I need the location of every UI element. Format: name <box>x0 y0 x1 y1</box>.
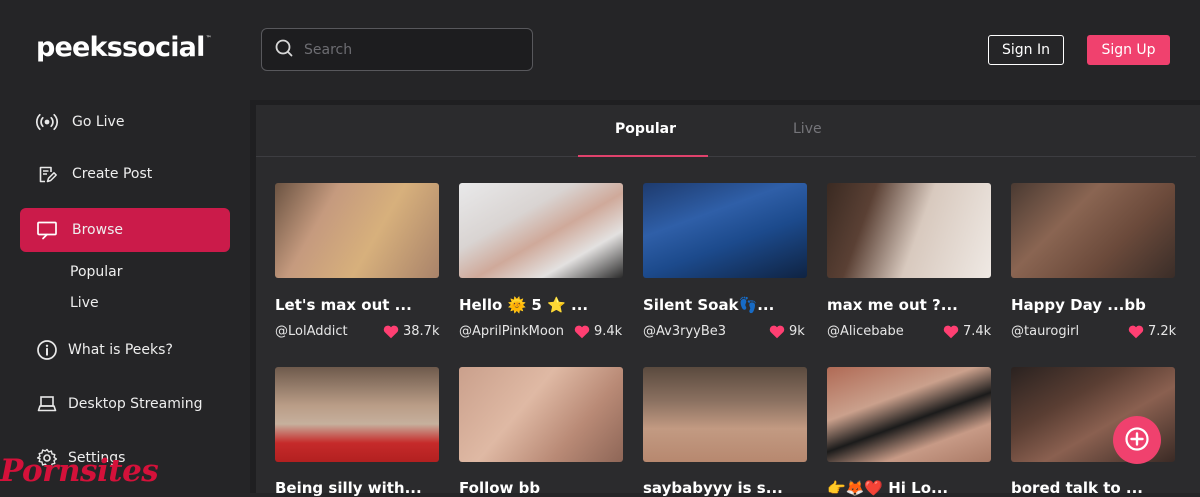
card-username[interactable]: @LolAddict <box>275 324 348 339</box>
card-thumbnail[interactable] <box>827 367 991 462</box>
card-title[interactable]: max me out ?... <box>827 296 958 314</box>
card-username[interactable]: @Alicebabe <box>827 324 904 339</box>
card-thumbnail[interactable] <box>643 367 807 462</box>
watermark-logo: Pornsites <box>0 453 159 489</box>
card-thumbnail[interactable] <box>275 367 439 462</box>
nav-what-is-peeks[interactable]: What is Peeks? <box>36 339 173 361</box>
like-count: 9.4k <box>594 324 623 339</box>
nav-label: Create Post <box>72 166 153 182</box>
nav-desktop-streaming[interactable]: Desktop Streaming <box>36 393 203 415</box>
monitor-icon <box>36 219 58 241</box>
heart-icon <box>769 325 785 338</box>
card-title[interactable]: Let's max out ... <box>275 296 412 314</box>
card-thumbnail[interactable] <box>643 183 807 278</box>
like-count: 9k <box>789 324 805 339</box>
nav-label: What is Peeks? <box>68 342 173 358</box>
tab-divider <box>256 156 1196 157</box>
search-box[interactable] <box>261 28 533 71</box>
search-icon <box>274 38 294 62</box>
like-count: 38.7k <box>403 324 440 339</box>
brand-name: peekssocial <box>36 32 205 63</box>
card-title[interactable]: Hello 🌞 5 ⭐ ... <box>459 296 588 314</box>
nav-label: Go Live <box>72 114 125 130</box>
sign-in-button[interactable]: Sign In <box>988 35 1064 65</box>
plus-icon <box>1124 426 1150 455</box>
card-title[interactable]: Silent Soak👣... <box>643 296 774 314</box>
heart-icon <box>943 325 959 338</box>
heart-icon <box>574 325 590 338</box>
card-username[interactable]: @taurogirl <box>1011 324 1079 339</box>
card-likes: 7.2k <box>1128 324 1176 339</box>
tab-live[interactable]: Live <box>793 121 822 137</box>
card-likes: 9.4k <box>574 324 622 339</box>
sidebar <box>0 100 250 493</box>
card-thumbnail[interactable] <box>459 367 623 462</box>
heart-icon <box>383 325 399 338</box>
card-username[interactable]: @Av3ryyBe3 <box>643 324 726 339</box>
like-count: 7.2k <box>1148 324 1177 339</box>
info-icon <box>36 339 58 361</box>
card-thumbnail[interactable] <box>827 183 991 278</box>
card-thumbnail[interactable] <box>459 183 623 278</box>
card-title[interactable]: Happy Day ...bb <box>1011 296 1146 314</box>
card-title[interactable]: saybabyyy is s... <box>643 479 783 497</box>
card-thumbnail[interactable] <box>275 183 439 278</box>
brand-logo[interactable]: peekssocial™ <box>36 32 212 63</box>
nav-label: Desktop Streaming <box>68 396 203 412</box>
sign-up-button[interactable]: Sign Up <box>1087 35 1170 65</box>
card-likes: 7.4k <box>943 324 991 339</box>
active-tab-indicator <box>578 155 708 157</box>
nav-label: Browse <box>72 222 123 238</box>
sub-nav-live[interactable]: Live <box>70 295 99 311</box>
trademark-mark: ™ <box>205 35 212 42</box>
broadcast-icon <box>36 111 58 133</box>
search-input[interactable] <box>302 40 516 59</box>
card-title[interactable]: Being silly with... <box>275 479 422 497</box>
edit-post-icon <box>36 163 58 185</box>
create-fab-button[interactable] <box>1113 416 1161 464</box>
card-title[interactable]: Follow bb <box>459 479 540 497</box>
laptop-icon <box>36 393 58 415</box>
sub-nav-popular[interactable]: Popular <box>70 264 123 280</box>
card-title[interactable]: bored talk to ... <box>1011 479 1143 497</box>
nav-go-live[interactable]: Go Live <box>36 111 124 133</box>
card-likes: 9k <box>769 324 805 339</box>
nav-create-post[interactable]: Create Post <box>36 163 152 185</box>
like-count: 7.4k <box>963 324 992 339</box>
card-username[interactable]: @AprilPinkMoon <box>459 324 564 339</box>
heart-icon <box>1128 325 1144 338</box>
tab-popular[interactable]: Popular <box>615 121 676 137</box>
card-thumbnail[interactable] <box>1011 183 1175 278</box>
card-title[interactable]: 👉🦊❤️ Hi Lo... <box>827 479 948 497</box>
card-likes: 38.7k <box>383 324 439 339</box>
nav-browse[interactable]: Browse <box>20 208 230 252</box>
